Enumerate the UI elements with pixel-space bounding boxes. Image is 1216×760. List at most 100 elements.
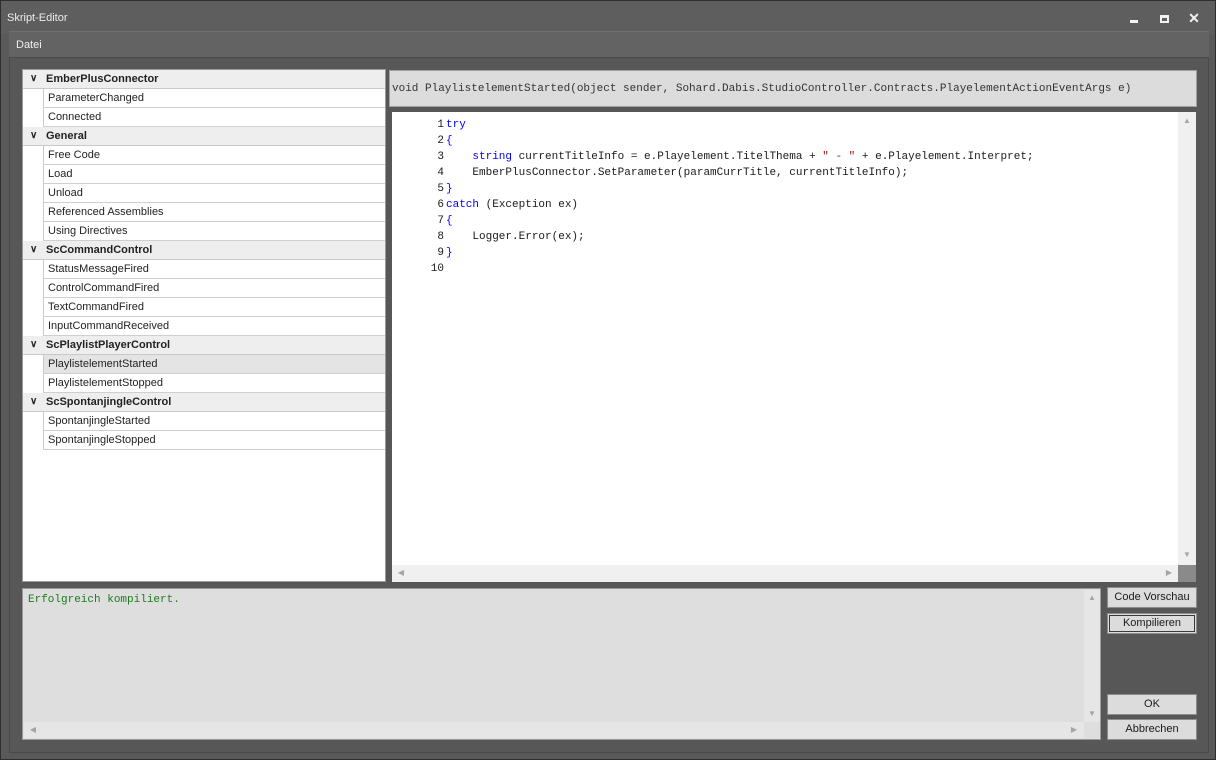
chevron-down-icon[interactable]: ∨ [30, 243, 40, 257]
code-keyword: try [446, 119, 466, 131]
tree-event-item[interactable]: ParameterChanged [23, 89, 385, 108]
chevron-down-icon[interactable]: ∨ [30, 338, 40, 352]
tree-event-cell: PlaylistelementStopped [43, 374, 385, 393]
tree-event-item[interactable]: PlaylistelementStopped [23, 374, 385, 393]
scroll-right-icon[interactable]: ▶ [1069, 725, 1079, 735]
tree-event-item[interactable]: InputCommandReceived [23, 317, 385, 336]
code-text: catch (Exception ex) [446, 197, 578, 213]
tree-event-cell: Using Directives [43, 222, 385, 241]
window-title: Skript-Editor [7, 12, 68, 24]
tree-event-item[interactable]: Referenced Assemblies [23, 203, 385, 222]
code-text: Logger.Error(ex); [446, 229, 584, 245]
line-number: 9 [437, 247, 444, 259]
tree-group-label: ScCommandControl [46, 244, 153, 256]
line-number: 4 [437, 167, 444, 179]
line-number: 10 [430, 263, 444, 275]
tree-event-label: StatusMessageFired [48, 263, 149, 275]
scroll-up-icon[interactable]: ▲ [1182, 116, 1192, 126]
method-signature-bar: void PlaylistelementStarted(object sende… [389, 70, 1197, 107]
tree-event-item[interactable]: SpontanjingleStarted [23, 412, 385, 431]
tree-event-label: Load [48, 168, 73, 180]
tree-event-label: Unload [48, 187, 83, 199]
tree-event-cell: ParameterChanged [43, 89, 385, 108]
tree-event-cell: SpontanjingleStarted [43, 412, 385, 431]
chevron-down-icon[interactable]: ∨ [30, 72, 40, 86]
close-icon: ✕ [1188, 10, 1200, 26]
line-number: 2 [437, 135, 444, 147]
tree-event-label: Free Code [48, 149, 100, 161]
line-number: 1 [437, 119, 444, 131]
tree-group-row[interactable]: ∨ General [23, 127, 385, 146]
tree-event-cell: Referenced Assemblies [43, 203, 385, 222]
method-signature: void PlaylistelementStarted(object sende… [392, 83, 1132, 95]
tree-event-item[interactable]: Connected [23, 108, 385, 127]
code-token: (Exception ex) [479, 199, 579, 211]
code-text: string currentTitleInfo = e.Playelement.… [446, 149, 1033, 165]
tree-group-row[interactable]: ∨ ScCommandControl [23, 241, 385, 260]
editor-horizontal-scrollbar[interactable]: ◀ ▶ [392, 565, 1178, 582]
scroll-up-icon[interactable]: ▲ [1087, 593, 1097, 603]
code-token: currentTitleInfo = e.Playelement.TitelTh… [512, 151, 823, 163]
code-text: EmberPlusConnector.SetParameter(paramCur… [446, 165, 908, 181]
tree-event-cell: Load [43, 165, 385, 184]
output-vertical-scrollbar[interactable]: ▲ ▼ [1084, 590, 1100, 722]
output-horizontal-scrollbar[interactable]: ◀ ▶ [24, 722, 1084, 738]
minimize-icon [1130, 20, 1138, 23]
code-token: EmberPlusConnector.SetParameter(paramCur… [446, 167, 909, 179]
tree-event-item[interactable]: Free Code [23, 146, 385, 165]
tree-event-label: SpontanjingleStarted [48, 415, 151, 427]
ok-button[interactable]: OK [1107, 694, 1197, 715]
scroll-left-icon[interactable]: ◀ [396, 568, 406, 578]
tree-group-row[interactable]: ∨ ScPlaylistPlayerControl [23, 336, 385, 355]
tree-event-item[interactable]: StatusMessageFired [23, 260, 385, 279]
code-keyword: { [446, 215, 453, 227]
client-area: ∨ EmberPlusConnector ParameterChanged Conne… [9, 57, 1209, 753]
tree-group-label: EmberPlusConnector [46, 73, 159, 85]
tree-event-cell: InputCommandReceived [43, 317, 385, 336]
tree-event-label: PlaylistelementStarted [48, 358, 158, 370]
compile-button[interactable]: Kompilieren [1107, 613, 1197, 634]
compiler-output[interactable]: Erfolgreich kompiliert. ▲ ▼ ◀ ▶ [22, 588, 1101, 740]
chevron-down-icon[interactable]: ∨ [30, 395, 40, 409]
scroll-left-icon[interactable]: ◀ [28, 725, 38, 735]
tree-group-row[interactable]: ∨ EmberPlusConnector [23, 70, 385, 89]
minimize-button[interactable] [1122, 7, 1146, 29]
close-button[interactable]: ✕ [1182, 7, 1206, 29]
code-preview-button[interactable]: Code Vorschau [1107, 587, 1197, 608]
tree-event-label: PlaylistelementStopped [48, 377, 163, 389]
maximize-button[interactable] [1152, 7, 1176, 29]
tree-event-item[interactable]: Unload [23, 184, 385, 203]
editor-vertical-scrollbar[interactable]: ▲ ▼ [1178, 112, 1196, 565]
tree-event-item[interactable]: SpontanjingleStopped [23, 431, 385, 450]
tree-group-label: ScSpontanjingleControl [46, 396, 172, 408]
title-bar[interactable]: Skript-Editor ✕ [1, 1, 1215, 34]
script-editor-window: Skript-Editor ✕ Datei ∨ EmberPlusConnecto… [0, 0, 1216, 760]
code-text: } [446, 245, 453, 261]
code-text: { [446, 213, 453, 229]
code-editor[interactable]: 1 try 2{3 string currentTitleInfo = e.Play… [392, 112, 1178, 565]
menu-file[interactable]: Datei [16, 39, 42, 51]
tree-event-cell: Unload [43, 184, 385, 203]
code-text: } [446, 181, 453, 197]
line-number: 8 [437, 231, 444, 243]
tree-event-item[interactable]: Load [23, 165, 385, 184]
tree-group-label: General [46, 130, 87, 142]
tree-event-item[interactable]: ControlCommandFired [23, 279, 385, 298]
tree-event-item[interactable]: PlaylistelementStarted [23, 355, 385, 374]
tree-event-item[interactable]: Using Directives [23, 222, 385, 241]
cancel-button[interactable]: Abbrechen [1107, 719, 1197, 740]
tree-event-label: TextCommandFired [48, 301, 144, 313]
code-keyword: catch [446, 199, 480, 211]
scroll-down-icon[interactable]: ▼ [1182, 550, 1192, 560]
tree-event-item[interactable]: TextCommandFired [23, 298, 385, 317]
scroll-down-icon[interactable]: ▼ [1087, 709, 1097, 719]
tree-event-label: Referenced Assemblies [48, 206, 164, 218]
chevron-down-icon[interactable]: ∨ [30, 129, 40, 143]
tree-group-row[interactable]: ∨ ScSpontanjingleControl [23, 393, 385, 412]
tree-event-cell: Connected [43, 108, 385, 127]
line-number: 7 [437, 215, 444, 227]
scroll-right-icon[interactable]: ▶ [1164, 568, 1174, 578]
tree-group-label: ScPlaylistPlayerControl [46, 339, 171, 351]
code-keyword: } [446, 183, 453, 195]
